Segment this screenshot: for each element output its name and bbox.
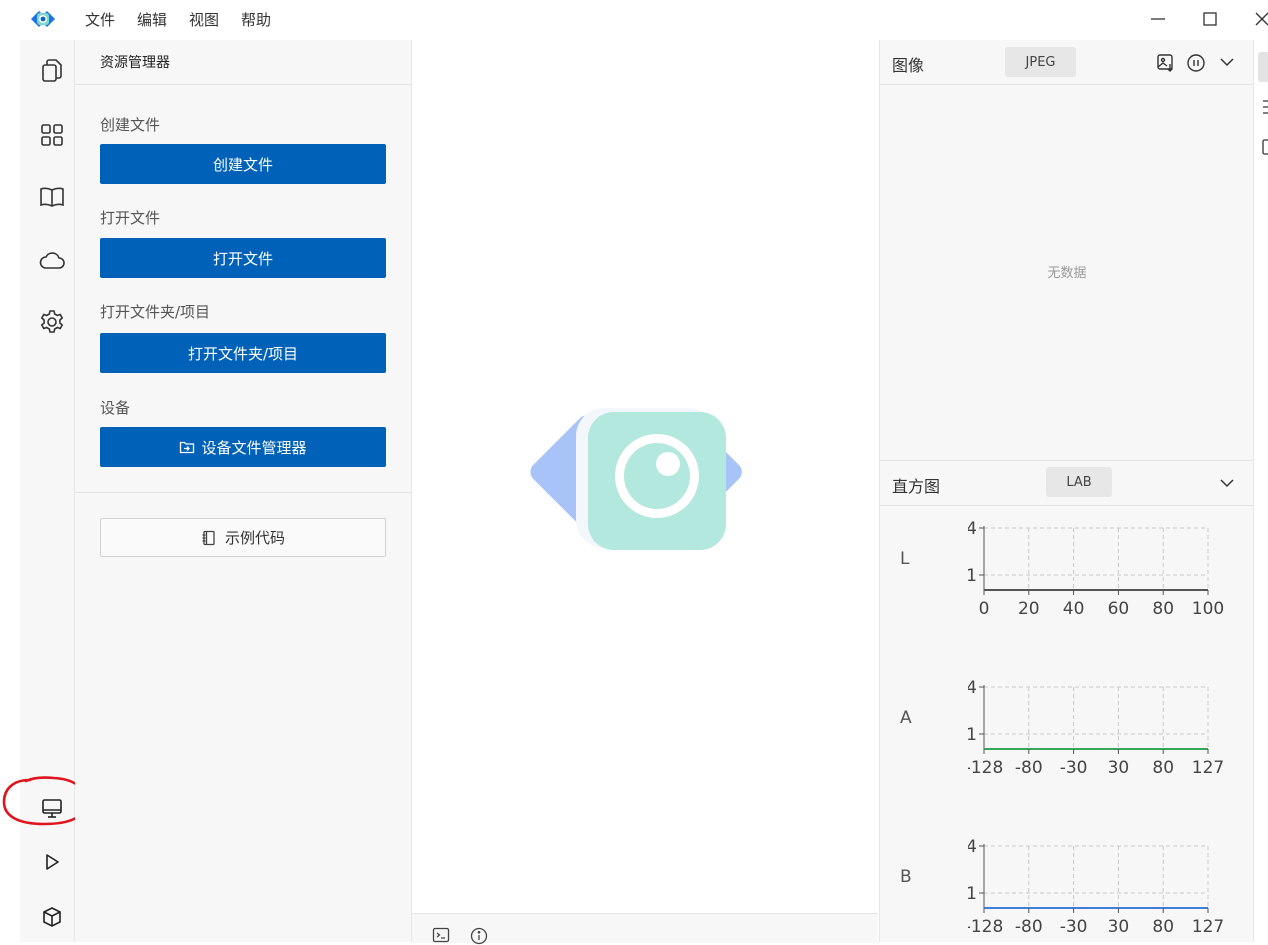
y-tick-label: 1 (968, 725, 977, 745)
menu-help[interactable]: 帮助 (241, 9, 271, 30)
colorspace-badge[interactable]: LAB (1046, 467, 1112, 497)
minimize-icon[interactable] (1146, 8, 1170, 30)
x-tick-label: 127 (1192, 758, 1224, 778)
x-tick-label: 127 (1192, 917, 1224, 937)
divider (75, 492, 411, 493)
histogram-chart-l: 4 10 20 40 60 80 100 (968, 519, 1224, 619)
open-file-label: 打开文件 (100, 209, 161, 227)
histogram-panel-header: 直方图 LAB (880, 460, 1254, 506)
x-tick-label: -30 (1060, 917, 1088, 937)
title-bar: 文件 编辑 视图 帮助 (0, 0, 1268, 40)
x-tick-label: -80 (1015, 917, 1043, 937)
sample-code-button[interactable]: 示例代码 (100, 518, 386, 557)
histogram-chart-b: 4 1 -128 -80 -30 30 80 127 (968, 837, 1224, 937)
explorer-title: 资源管理器 (100, 55, 170, 71)
chevron-down-icon[interactable] (1218, 54, 1236, 70)
open-folder-label: 打开文件夹/项目 (100, 303, 211, 321)
right-edge-active-tab[interactable] (1258, 52, 1268, 82)
apps-grid-icon[interactable] (38, 121, 66, 149)
image-format-label: JPEG (1025, 54, 1056, 70)
right-edge-tool-icon[interactable] (1258, 98, 1268, 116)
y-tick-label: 1 (968, 566, 977, 586)
histogram-panel-title: 直方图 (892, 477, 941, 496)
right-edge-toolbar (1253, 40, 1268, 942)
x-tick-label: 80 (1152, 599, 1174, 619)
create-file-label: 创建文件 (100, 116, 161, 134)
folder-import-icon (180, 441, 195, 454)
histogram-label-l: L (900, 549, 910, 569)
x-tick-label: 60 (1108, 599, 1130, 619)
editor-area (412, 40, 878, 914)
y-tick-label: 4 (968, 678, 977, 698)
files-icon[interactable] (38, 57, 66, 85)
play-icon[interactable] (38, 848, 66, 876)
sample-code-label: 示例代码 (224, 529, 285, 547)
histogram-label-b: B (900, 867, 912, 887)
terminal-icon[interactable] (432, 927, 450, 943)
x-tick-label: -80 (1015, 758, 1043, 778)
y-tick-label: 4 (968, 519, 977, 539)
create-file-button[interactable]: 创建文件 (100, 144, 386, 184)
x-tick-label: 100 (1192, 599, 1224, 619)
book-icon[interactable] (38, 183, 66, 211)
x-tick-label: 20 (1018, 599, 1040, 619)
x-tick-label: 40 (1063, 599, 1085, 619)
pause-icon[interactable] (1186, 53, 1206, 73)
histogram-chart-a: 4 1 -128 -80 -30 30 80 127 (968, 678, 1224, 778)
status-bar (412, 913, 878, 945)
open-file-button[interactable]: 打开文件 (100, 238, 386, 278)
device-file-manager-button[interactable]: 设备文件管理器 (100, 427, 386, 467)
right-panel: 图像 JPEG 无数据 直方图 LAB L 4 1 0 20 40 60 80 100 A (879, 40, 1254, 942)
app-logo-icon (31, 11, 55, 27)
x-tick-label: 30 (1108, 917, 1130, 937)
x-tick-label: -30 (1060, 758, 1088, 778)
x-tick-label: 30 (1108, 758, 1130, 778)
open-folder-button-label: 打开文件夹/项目 (187, 344, 299, 363)
x-tick-label: 80 (1152, 917, 1174, 937)
menu-edit[interactable]: 编辑 (137, 9, 167, 30)
histogram-label-a: A (900, 708, 912, 728)
image-empty-text: 无数据 (1047, 266, 1087, 281)
x-tick-label: 0 (979, 599, 990, 619)
colorspace-label: LAB (1066, 474, 1092, 490)
explorer-panel: 资源管理器 创建文件 创建文件 打开文件 打开文件 打开文件夹/项目 打开文件夹… (75, 40, 412, 942)
create-file-button-label: 创建文件 (212, 155, 273, 174)
info-icon[interactable] (470, 927, 488, 945)
x-tick-label: -128 (968, 758, 1003, 778)
notebook-icon (202, 530, 215, 545)
menu-file[interactable]: 文件 (85, 9, 115, 30)
image-panel-header: 图像 JPEG (880, 40, 1254, 85)
maximize-icon[interactable] (1198, 8, 1222, 30)
package-icon[interactable] (38, 903, 66, 931)
device-label: 设备 (100, 399, 131, 417)
settings-gear-icon[interactable] (38, 308, 66, 336)
x-tick-label: -128 (968, 917, 1003, 937)
save-image-icon[interactable] (1156, 53, 1176, 73)
divider (75, 84, 411, 85)
image-format-badge[interactable]: JPEG (1005, 47, 1076, 77)
open-file-button-label: 打开文件 (212, 249, 273, 268)
cloud-icon[interactable] (38, 246, 66, 274)
chevron-down-icon[interactable] (1218, 475, 1236, 491)
image-panel-title: 图像 (892, 56, 925, 75)
close-icon[interactable] (1250, 8, 1268, 30)
open-folder-button[interactable]: 打开文件夹/项目 (100, 333, 386, 373)
menu-view[interactable]: 视图 (189, 9, 219, 30)
right-edge-tool-icon[interactable] (1258, 138, 1268, 156)
x-tick-label: 80 (1152, 758, 1174, 778)
y-tick-label: 1 (968, 884, 977, 904)
y-tick-label: 4 (968, 837, 977, 857)
device-file-manager-button-label: 设备文件管理器 (201, 438, 307, 457)
app-watermark-logo (530, 408, 742, 550)
